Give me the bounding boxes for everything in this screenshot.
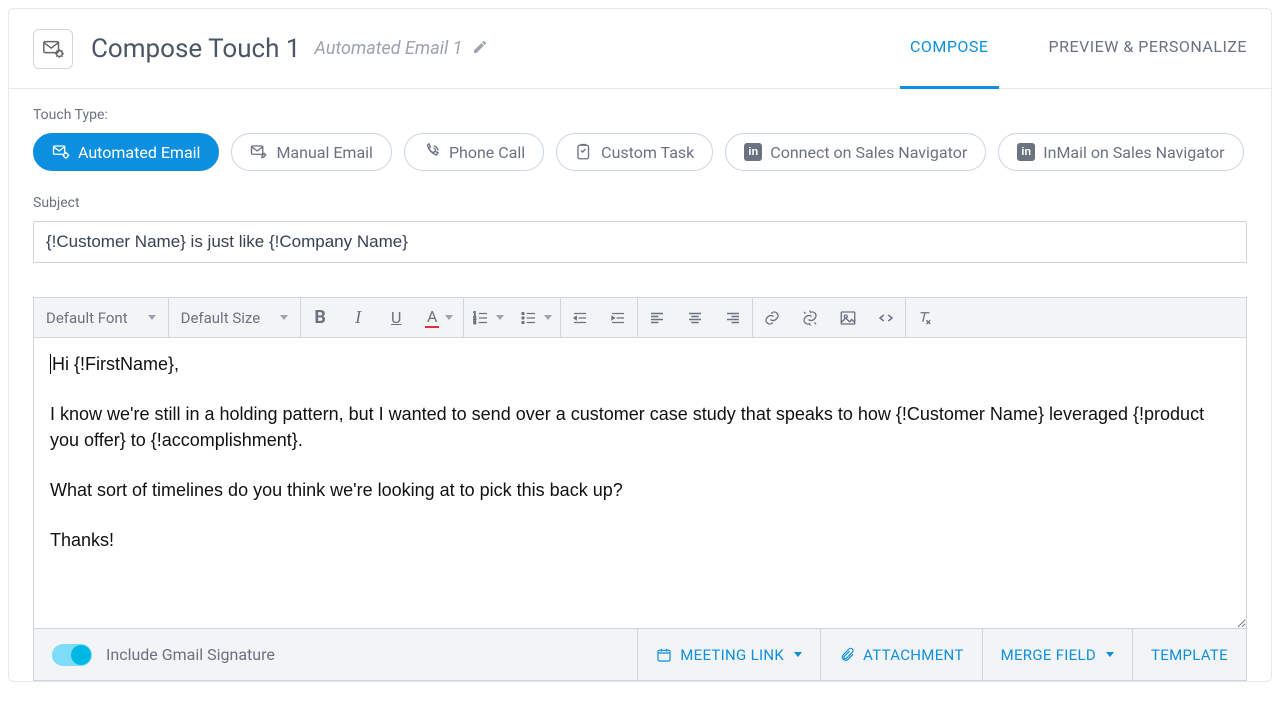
linkedin-icon: in <box>1017 143 1035 161</box>
calendar-icon <box>656 647 672 663</box>
font-family-dropdown[interactable]: Default Font <box>34 298 168 337</box>
panel-header: Compose Touch 1 Automated Email 1 COMPOS… <box>9 9 1271 89</box>
chevron-down-icon <box>496 315 504 320</box>
bold-button[interactable]: B <box>301 298 339 337</box>
ordered-list-button[interactable]: 123 <box>464 298 512 337</box>
touch-type-label: Touch Type: <box>33 107 1247 123</box>
chevron-down-icon <box>794 652 802 657</box>
font-family-label: Default Font <box>46 309 128 327</box>
pill-label: InMail on Sales Navigator <box>1043 143 1224 162</box>
pill-automated-email[interactable]: Automated Email <box>33 133 219 171</box>
font-size-label: Default Size <box>181 309 261 327</box>
attachment-label: ATTACHMENT <box>863 646 964 664</box>
signature-toggle-row: Include Gmail Signature <box>34 644 293 666</box>
align-center-button[interactable] <box>676 298 714 337</box>
image-button[interactable] <box>829 298 867 337</box>
chevron-down-icon <box>148 315 156 320</box>
chevron-down-icon <box>1106 652 1114 657</box>
pill-label: Automated Email <box>78 143 200 162</box>
pill-connect-navigator[interactable]: in Connect on Sales Navigator <box>725 133 986 171</box>
pill-label: Custom Task <box>601 143 694 162</box>
pill-inmail-navigator[interactable]: in InMail on Sales Navigator <box>998 133 1243 171</box>
linkedin-icon: in <box>744 143 762 161</box>
pill-label: Phone Call <box>449 143 525 162</box>
template-label: TEMPLATE <box>1151 646 1228 664</box>
email-gear-icon <box>33 29 73 69</box>
pill-phone-call[interactable]: Phone Call <box>404 133 544 171</box>
align-left-button[interactable] <box>638 298 676 337</box>
paperclip-icon <box>839 647 855 663</box>
subject-input[interactable] <box>33 221 1247 263</box>
editor-toolbar: Default Font Default Size B I U A 123 <box>34 298 1246 338</box>
chevron-down-icon <box>544 315 552 320</box>
email-body-editor[interactable]: Hi {!FirstName}, I know we're still in a… <box>34 338 1246 628</box>
clear-formatting-button[interactable] <box>906 298 944 337</box>
header-tabs: COMPOSE PREVIEW & PERSONALIZE <box>910 25 1247 72</box>
underline-button[interactable]: U <box>377 298 415 337</box>
subject-label: Subject <box>33 195 1247 211</box>
pill-manual-email[interactable]: Manual Email <box>231 133 392 171</box>
indent-button[interactable] <box>599 298 637 337</box>
template-button[interactable]: TEMPLATE <box>1132 629 1246 680</box>
text-color-button[interactable]: A <box>415 298 463 337</box>
code-view-button[interactable] <box>867 298 905 337</box>
pill-label: Manual Email <box>276 143 373 162</box>
link-button[interactable] <box>753 298 791 337</box>
edit-title-icon[interactable] <box>472 39 488 59</box>
tab-compose[interactable]: COMPOSE <box>910 25 989 72</box>
unordered-list-button[interactable] <box>512 298 560 337</box>
italic-button[interactable]: I <box>339 298 377 337</box>
rich-text-editor: Default Font Default Size B I U A 123 <box>33 297 1247 681</box>
signature-toggle-label: Include Gmail Signature <box>106 645 275 664</box>
page-title: Compose Touch 1 <box>91 34 301 64</box>
touch-type-options: Automated Email Manual Email Phone Call … <box>33 133 1247 171</box>
unlink-button[interactable] <box>791 298 829 337</box>
body-line: What sort of timelines do you think we'r… <box>50 478 1230 503</box>
font-size-dropdown[interactable]: Default Size <box>169 298 301 337</box>
attachment-button[interactable]: ATTACHMENT <box>820 629 982 680</box>
tab-preview-personalize[interactable]: PREVIEW & PERSONALIZE <box>1049 25 1247 72</box>
chevron-down-icon <box>445 315 453 320</box>
body-line: Thanks! <box>50 528 1230 553</box>
pill-label: Connect on Sales Navigator <box>770 143 967 162</box>
compose-touch-panel: Compose Touch 1 Automated Email 1 COMPOS… <box>8 8 1272 682</box>
editor-footer: Include Gmail Signature MEETING LINK ATT… <box>34 628 1246 680</box>
signature-toggle[interactable] <box>52 644 92 666</box>
meeting-link-label: MEETING LINK <box>680 646 784 664</box>
page-subtitle: Automated Email 1 <box>315 38 463 59</box>
body-line: Hi {!FirstName}, <box>52 354 179 374</box>
merge-field-button[interactable]: MERGE FIELD <box>982 629 1132 680</box>
merge-field-label: MERGE FIELD <box>1001 646 1096 664</box>
meeting-link-button[interactable]: MEETING LINK <box>637 629 820 680</box>
pill-custom-task[interactable]: Custom Task <box>556 133 713 171</box>
align-right-button[interactable] <box>714 298 752 337</box>
svg-text:3: 3 <box>474 320 477 326</box>
body-line: I know we're still in a holding pattern,… <box>50 402 1230 452</box>
outdent-button[interactable] <box>561 298 599 337</box>
chevron-down-icon <box>280 315 288 320</box>
